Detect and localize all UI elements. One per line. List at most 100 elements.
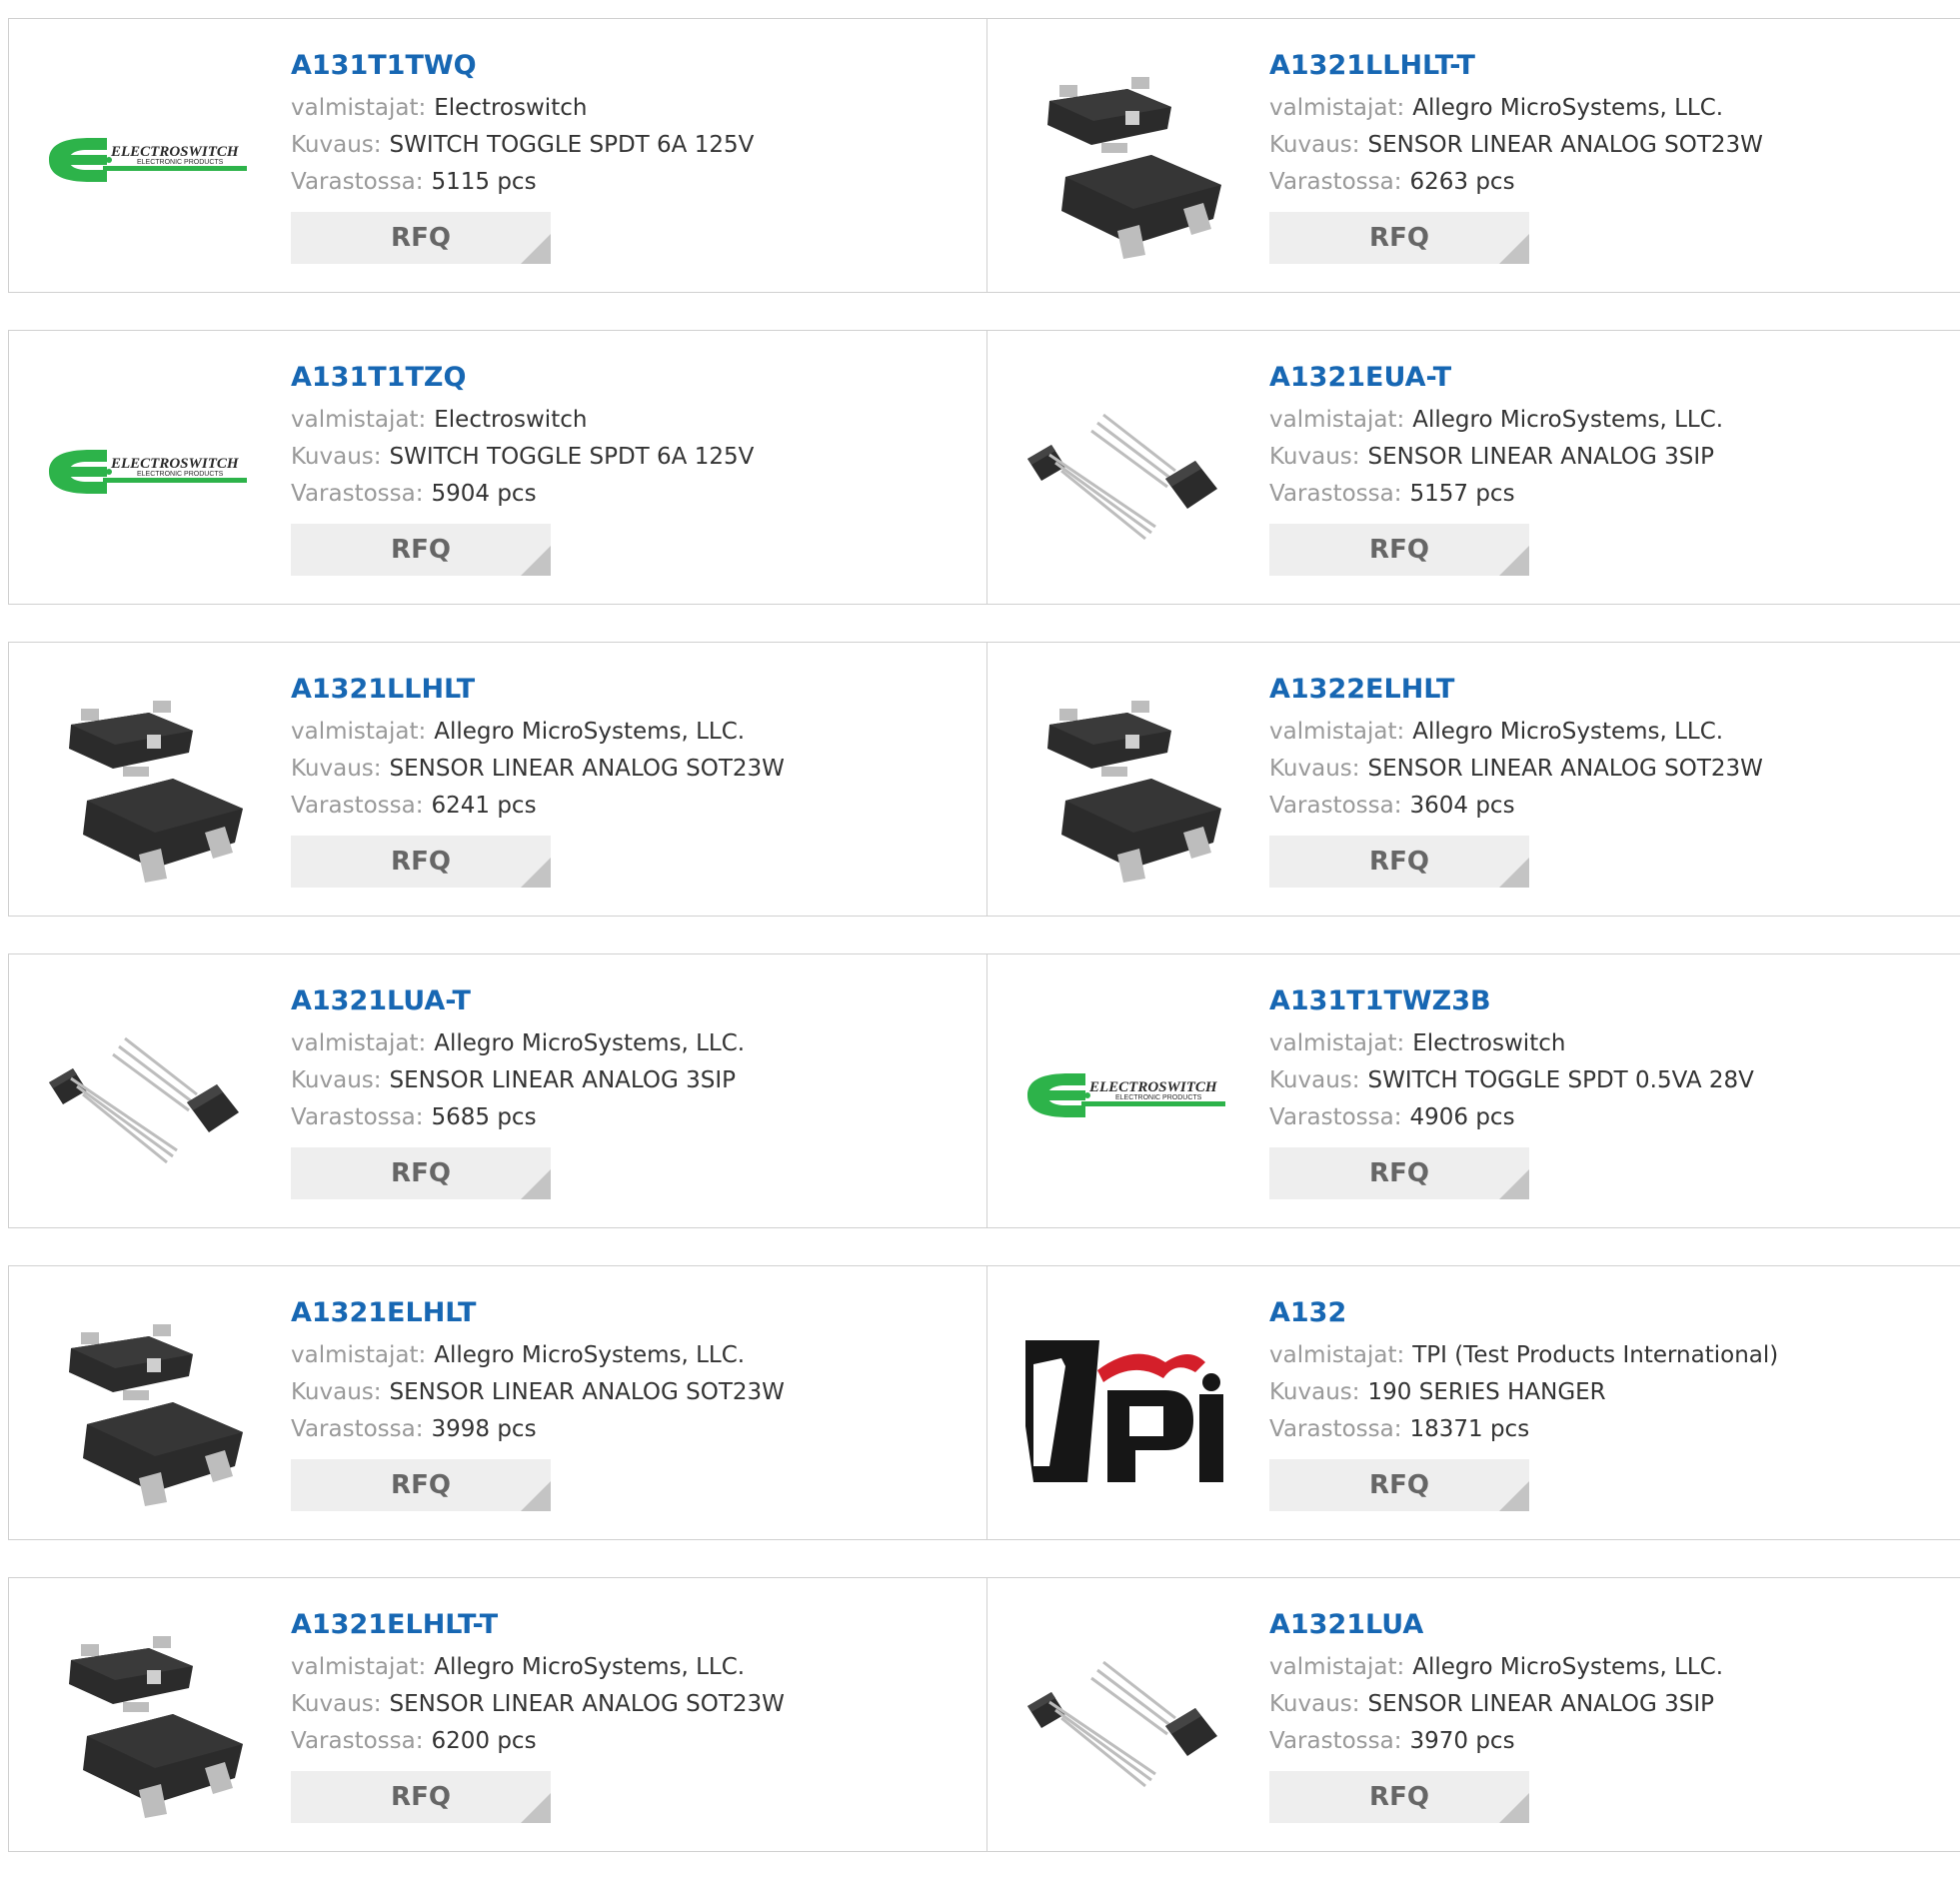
part-number-link[interactable]: A1321ELHLT-T <box>291 1607 785 1643</box>
product-image[interactable] <box>1025 683 1227 885</box>
manufacturer-row: valmistajat: Electroswitch <box>291 402 754 439</box>
description-row: Kuvaus: SENSOR LINEAR ANALOG 3SIP <box>1269 1686 1723 1723</box>
product-info: A131T1TZQ valmistajat: Electroswitch Kuva… <box>291 360 754 576</box>
manufacturer-label: valmistajat: <box>1269 95 1405 121</box>
manufacturer-row: valmistajat: TPI (Test Products Internati… <box>1269 1337 1778 1374</box>
rfq-button[interactable]: RFQ <box>1269 1771 1529 1823</box>
product-row: A1321ELHLT valmistajat: Allegro MicroSyst… <box>8 1265 1960 1540</box>
stock-label: Varastossa: <box>291 1104 424 1130</box>
description-label: Kuvaus: <box>291 444 382 470</box>
description-row: Kuvaus: SENSOR LINEAR ANALOG SOT23W <box>1269 751 1763 788</box>
stock-value: 5685 pcs <box>431 1104 537 1130</box>
product-image[interactable] <box>47 994 249 1196</box>
electroswitch-logo-icon: ELECTROSWITCH ELECTRONIC PRODUCTS <box>49 138 247 182</box>
stock-value: 3998 pcs <box>431 1416 537 1442</box>
description-row: Kuvaus: SENSOR LINEAR ANALOG 3SIP <box>291 1062 745 1099</box>
stock-row: Varastossa: 6241 pcs <box>291 788 785 825</box>
rfq-button[interactable]: RFQ <box>291 1771 551 1823</box>
stock-value: 3970 pcs <box>1409 1728 1515 1754</box>
stock-row: Varastossa: 3998 pcs <box>291 1411 785 1448</box>
stock-label: Varastossa: <box>1269 793 1402 819</box>
description-value: SWITCH TOGGLE SPDT 0.5VA 28V <box>1367 1067 1754 1093</box>
part-number-link[interactable]: A1322ELHLT <box>1269 672 1763 708</box>
tpi-logo-icon <box>1025 1340 1227 1482</box>
description-row: Kuvaus: SWITCH TOGGLE SPDT 0.5VA 28V <box>1269 1062 1754 1099</box>
logo-text: ELECTROSWITCH <box>110 456 240 472</box>
stock-label: Varastossa: <box>291 1416 424 1442</box>
part-number-link[interactable]: A1321LLHLT-T <box>1269 48 1763 84</box>
manufacturer-row: valmistajat: Electroswitch <box>1269 1025 1754 1062</box>
manufacturer-row: valmistajat: Allegro MicroSystems, LLC. <box>1269 714 1763 751</box>
stock-label: Varastossa: <box>1269 1728 1402 1754</box>
part-number-link[interactable]: A1321EUA-T <box>1269 360 1723 396</box>
stock-label: Varastossa: <box>1269 169 1402 195</box>
manufacturer-row: valmistajat: Allegro MicroSystems, LLC. <box>1269 1649 1723 1686</box>
logo-subtext: ELECTRONIC PRODUCTS <box>137 159 224 166</box>
stock-value: 5904 pcs <box>431 481 537 507</box>
part-number-link[interactable]: A1321LUA-T <box>291 983 745 1019</box>
manufacturer-value: Allegro MicroSystems, LLC. <box>434 1342 746 1368</box>
product-image[interactable]: ELECTROSWITCH ELECTRONIC PRODUCTS <box>47 371 249 573</box>
product-card: ELECTROSWITCH ELECTRONIC PRODUCTS A131T1… <box>9 331 986 604</box>
part-number-link[interactable]: A131T1TWQ <box>291 48 754 84</box>
manufacturer-label: valmistajat: <box>1269 407 1405 433</box>
manufacturer-value: Electroswitch <box>434 407 588 433</box>
product-image[interactable] <box>1025 59 1227 261</box>
rfq-button[interactable]: RFQ <box>291 212 551 264</box>
product-image[interactable] <box>1025 1618 1227 1820</box>
manufacturer-label: valmistajat: <box>291 1030 427 1056</box>
part-number-link[interactable]: A1321LLHLT <box>291 672 785 708</box>
product-card: A1321LLHLT-T valmistajat: Allegro MicroSy… <box>986 19 1960 292</box>
manufacturer-label: valmistajat: <box>1269 1654 1405 1680</box>
product-image[interactable] <box>1025 371 1227 573</box>
product-image[interactable] <box>47 683 249 885</box>
part-number-link[interactable]: A1321LUA <box>1269 1607 1723 1643</box>
product-row: ELECTROSWITCH ELECTRONIC PRODUCTS A131T1… <box>8 18 1960 293</box>
logo-text: ELECTROSWITCH <box>110 144 240 160</box>
product-info: A1321ELHLT valmistajat: Allegro MicroSyst… <box>291 1295 785 1511</box>
stock-row: Varastossa: 5157 pcs <box>1269 476 1723 513</box>
product-image[interactable]: ELECTROSWITCH ELECTRONIC PRODUCTS <box>47 59 249 261</box>
description-value: 190 SERIES HANGER <box>1367 1379 1606 1405</box>
stock-label: Varastossa: <box>1269 1104 1402 1130</box>
manufacturer-label: valmistajat: <box>1269 1030 1405 1056</box>
description-label: Kuvaus: <box>291 756 382 782</box>
rfq-button[interactable]: RFQ <box>291 836 551 888</box>
part-number-link[interactable]: A131T1TZQ <box>291 360 754 396</box>
rfq-button[interactable]: RFQ <box>291 1459 551 1511</box>
rfq-button[interactable]: RFQ <box>291 524 551 576</box>
description-value: SENSOR LINEAR ANALOG SOT23W <box>389 756 785 782</box>
product-image[interactable] <box>47 1306 249 1508</box>
description-value: SENSOR LINEAR ANALOG 3SIP <box>1367 1691 1715 1717</box>
description-label: Kuvaus: <box>1269 1067 1360 1093</box>
product-card: A1321LLHLT valmistajat: Allegro MicroSyst… <box>9 643 986 916</box>
rfq-button[interactable]: RFQ <box>291 1147 551 1199</box>
manufacturer-row: valmistajat: Allegro MicroSystems, LLC. <box>291 1025 745 1062</box>
description-value: SENSOR LINEAR ANALOG 3SIP <box>1367 444 1715 470</box>
product-image[interactable] <box>47 1618 249 1820</box>
stock-label: Varastossa: <box>291 169 424 195</box>
rfq-button[interactable]: RFQ <box>1269 1459 1529 1511</box>
part-number-link[interactable]: A132 <box>1269 1295 1778 1331</box>
part-number-link[interactable]: A1321ELHLT <box>291 1295 785 1331</box>
description-value: SENSOR LINEAR ANALOG SOT23W <box>1367 132 1763 158</box>
stock-row: Varastossa: 5685 pcs <box>291 1099 745 1136</box>
rfq-button[interactable]: RFQ <box>1269 212 1529 264</box>
product-info: A1322ELHLT valmistajat: Allegro MicroSyst… <box>1269 672 1763 888</box>
rfq-button[interactable]: RFQ <box>1269 836 1529 888</box>
rfq-button[interactable]: RFQ <box>1269 1147 1529 1199</box>
stock-row: Varastossa: 5115 pcs <box>291 164 754 201</box>
manufacturer-row: valmistajat: Allegro MicroSystems, LLC. <box>291 1337 785 1374</box>
rfq-button[interactable]: RFQ <box>1269 524 1529 576</box>
stock-row: Varastossa: 3604 pcs <box>1269 788 1763 825</box>
manufacturer-value: Allegro MicroSystems, LLC. <box>434 719 746 745</box>
stock-row: Varastossa: 18371 pcs <box>1269 1411 1778 1448</box>
description-row: Kuvaus: SENSOR LINEAR ANALOG 3SIP <box>1269 439 1723 476</box>
product-card: A1321EUA-T valmistajat: Allegro MicroSyst… <box>986 331 1960 604</box>
logo-subtext: ELECTRONIC PRODUCTS <box>1115 1094 1202 1101</box>
product-image[interactable] <box>1025 1306 1227 1508</box>
part-number-link[interactable]: A131T1TWZ3B <box>1269 983 1754 1019</box>
product-image[interactable]: ELECTROSWITCH ELECTRONIC PRODUCTS <box>1025 994 1227 1196</box>
product-card: A132 valmistajat: TPI (Test Products Inte… <box>986 1266 1960 1539</box>
product-grid: ELECTROSWITCH ELECTRONIC PRODUCTS A131T1… <box>8 18 1960 1889</box>
